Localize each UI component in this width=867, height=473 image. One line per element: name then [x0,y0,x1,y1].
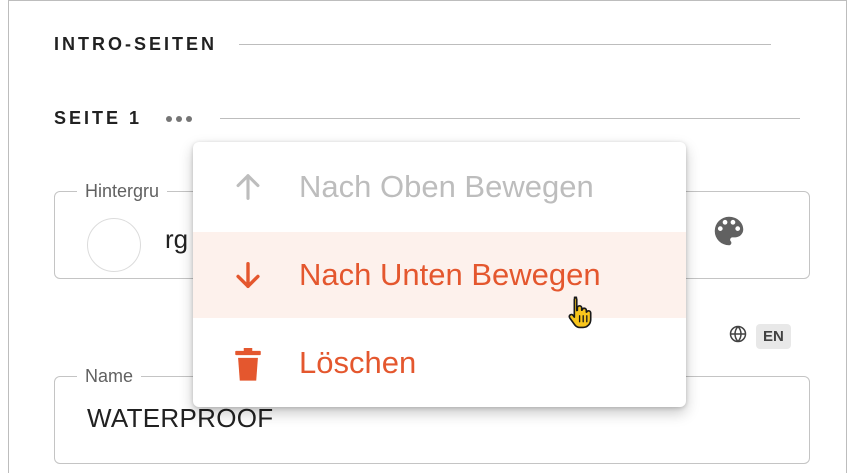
menu-item-move-down[interactable]: Nach Unten Bewegen [193,232,686,318]
name-field-value: WATERPROOF [87,403,274,433]
panel-top-border [8,0,847,1]
page-context-menu: Nach Oben Bewegen Nach Unten Bewegen Lös… [193,142,686,407]
more-options-button[interactable] [164,112,194,126]
intro-section-title: INTRO-SEITEN [54,34,218,54]
language-code-badge[interactable]: EN [756,324,791,349]
arrow-up-icon [231,170,265,204]
intro-section-divider [239,44,772,45]
hand-pointer-cursor [564,294,594,335]
panel-right-border [846,0,847,473]
background-color-value: rg [165,224,189,254]
page-section-divider [220,118,801,119]
arrow-down-icon [231,258,265,292]
menu-item-move-up: Nach Oben Bewegen [193,144,686,230]
menu-item-delete-label: Löschen [299,345,417,380]
intro-section-header: INTRO-SEITEN [54,34,772,55]
menu-item-move-up-label: Nach Oben Bewegen [299,169,594,204]
background-color-label: Hintergru [77,180,168,202]
globe-icon [728,324,748,349]
page-section-header: SEITE 1 [54,108,801,129]
panel-left-border [8,0,9,473]
more-horizontal-icon [166,115,193,122]
name-field-label: Name [77,365,142,387]
language-indicator[interactable]: EN [728,324,791,349]
page-section-title: SEITE 1 [54,108,143,128]
color-swatch[interactable] [87,218,141,272]
menu-item-move-down-label: Nach Unten Bewegen [299,257,601,292]
palette-icon[interactable] [710,212,748,255]
trash-icon [231,346,265,381]
menu-item-delete[interactable]: Löschen [193,320,686,406]
